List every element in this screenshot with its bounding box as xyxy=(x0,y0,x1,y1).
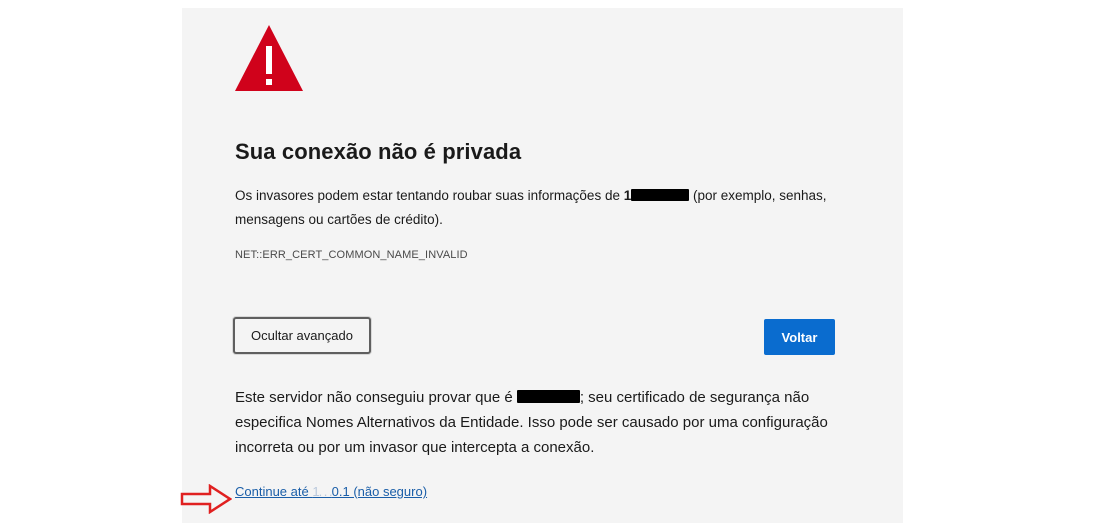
advanced-details-text: Este servidor não conseguiu provar que é… xyxy=(235,385,845,460)
back-button[interactable]: Voltar xyxy=(764,319,835,355)
proceed-link-prefix: Continue até xyxy=(235,484,313,499)
page-title: Sua conexão não é privada xyxy=(235,139,522,164)
error-description: Os invasores podem estar tentando roubar… xyxy=(235,184,845,232)
red-outline-arrow-icon xyxy=(180,484,232,514)
error-code: NET::ERR_CERT_COMMON_NAME_INVALID xyxy=(235,249,468,261)
proceed-link-partial-host: 1. . . xyxy=(312,484,332,499)
warning-triangle-icon xyxy=(235,25,303,91)
hide-advanced-button[interactable]: Ocultar avançado xyxy=(233,317,371,354)
redacted-host-prefix: 1 xyxy=(623,188,632,203)
details-text-start: Este servidor não conseguiu provar que é xyxy=(235,389,517,406)
proceed-unsafe-link[interactable]: Continue até 1. . .0.1 (não seguro) xyxy=(235,484,427,499)
browser-page: Sua conexão não é privada Os invasores p… xyxy=(0,0,1102,523)
proceed-link-suffix: 0.1 (não seguro) xyxy=(331,484,428,499)
redacted-hostname xyxy=(631,189,690,201)
description-text-start: Os invasores podem estar tentando roubar… xyxy=(235,188,624,203)
redacted-hostname-details xyxy=(516,390,580,403)
